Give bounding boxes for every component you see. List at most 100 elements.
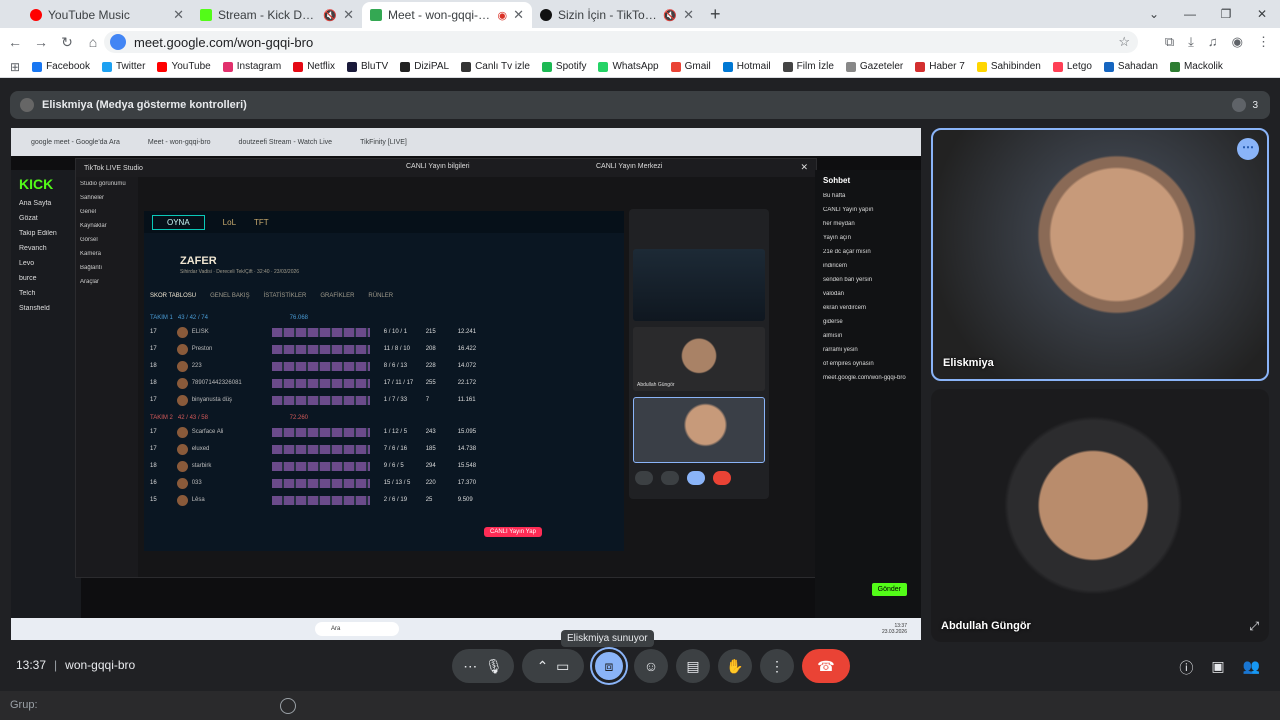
tab-kick-dashboard[interactable]: Stream - Kick Dashboard 🔇 ✕ — [192, 2, 362, 28]
mini-meet-controls — [635, 471, 731, 485]
bookmark-film-izle[interactable]: Film İzle — [782, 61, 834, 72]
bookmark-letgo[interactable]: Letgo — [1052, 61, 1092, 72]
media-icon[interactable]: ♫ — [1208, 34, 1218, 50]
new-tab-button[interactable]: + — [710, 2, 721, 28]
tab-youtube-music[interactable]: YouTube Music ✕ — [22, 2, 192, 28]
bookmarks-bar: ⊞ Facebook Twitter YouTube Instagram Net… — [0, 56, 1280, 78]
extensions-icon[interactable]: ⧉ — [1165, 34, 1174, 50]
item-icons — [271, 478, 370, 488]
bookmark-sahibinden[interactable]: Sahibinden — [976, 61, 1041, 72]
bookmark-spotify[interactable]: Spotify — [541, 61, 586, 72]
studio-titlebar: TikTok LIVE Studio CANLI Yayın bilgileri… — [76, 159, 816, 177]
bookmark-gazeteler[interactable]: Gazeteler — [845, 61, 903, 72]
chat-icon[interactable]: ▣ — [1211, 658, 1224, 678]
presentation-title: Eliskmiya (Medya gösterme kontrolleri) — [42, 99, 247, 111]
emoji-button[interactable]: ☺ — [634, 649, 668, 683]
youtube-music-icon — [30, 9, 42, 21]
emoji-icon: ☺ — [643, 658, 659, 674]
bookmark-star-icon[interactable]: ☆ — [1118, 34, 1130, 50]
bookmark-canli-tv[interactable]: Canlı Tv izle — [461, 61, 530, 72]
present-button[interactable]: ⧈ — [592, 649, 626, 683]
profile-icon[interactable]: ◉ — [1232, 34, 1243, 50]
home-icon[interactable]: ⌂ — [80, 34, 106, 50]
item-icons — [271, 444, 370, 454]
tab-title: Sizin İçin - TikTok CANLI Ya — [558, 8, 657, 22]
studio-left-panel: Studio görünümü Sahneler Genel Kaynaklar… — [76, 177, 138, 577]
close-tab-icon[interactable]: ✕ — [683, 7, 694, 23]
hangup-icon: ☎ — [817, 657, 835, 674]
mic-button[interactable]: ⋯ 🎙 — [452, 649, 514, 683]
side-controls: ⓘ ▣ 👥 — [1179, 658, 1260, 678]
leave-call-button[interactable]: ☎ — [802, 649, 850, 683]
meet-icon — [370, 9, 382, 21]
close-tab-icon[interactable]: ✕ — [173, 7, 184, 23]
restore-button[interactable]: ❐ — [1208, 0, 1244, 28]
instagram-icon — [222, 61, 233, 72]
group-chat-bar[interactable]: Grup: — [0, 691, 1280, 720]
champion-icon — [176, 477, 188, 489]
tab-tiktok[interactable]: Sizin İçin - TikTok CANLI Ya 🔇 ✕ — [532, 2, 702, 28]
bookmark-blutv[interactable]: BluTV — [347, 61, 388, 72]
item-icons — [271, 344, 370, 354]
people-icon[interactable]: 👥 — [1243, 658, 1260, 678]
participant-tile-eliskmiya[interactable]: ⋯ Eliskmiya — [931, 128, 1269, 381]
team2-header: TAKIM 2 42 / 43 / 58 72.260 — [150, 415, 308, 421]
apps-icon[interactable]: ⊞ — [10, 60, 20, 74]
forward-icon[interactable]: → — [28, 34, 54, 50]
pin-icon[interactable]: ⤢ — [1249, 619, 1259, 634]
tiktok-icon — [540, 9, 552, 21]
close-tab-icon[interactable]: ✕ — [343, 7, 354, 23]
kick-icon — [200, 9, 212, 21]
close-window-button[interactable]: ✕ — [1244, 0, 1280, 28]
downloads-icon[interactable]: ⤓ — [1188, 34, 1194, 50]
mute-icon[interactable]: 🔇 — [663, 9, 677, 22]
bookmark-twitter[interactable]: Twitter — [101, 61, 145, 72]
bookmark-whatsapp[interactable]: WhatsApp — [598, 61, 659, 72]
meeting-info: 13:37 | won-gqqi-bro — [16, 658, 136, 672]
mini-self-thumb — [633, 397, 765, 463]
bookmark-netflix[interactable]: Netflix — [293, 61, 335, 72]
bookmark-haber7[interactable]: Haber 7 — [915, 61, 965, 72]
tab-title: Stream - Kick Dashboard — [218, 8, 317, 22]
bookmark-dizipal[interactable]: DiziPAL — [400, 61, 449, 72]
item-icons — [271, 427, 370, 437]
tab-search-icon[interactable]: ⌄ — [1136, 0, 1172, 28]
address-bar[interactable]: meet.google.com/won-gqqi-bro ☆ — [104, 31, 1138, 53]
raise-hand-button[interactable]: ✋ — [718, 649, 752, 683]
team1-player-row: 17 binyanusta düş 1 / 7 / 33 7 11.161 — [150, 393, 610, 407]
scoreboard-tabs: SKOR TABLOSU GENEL BAKIŞ İSTATİSTİKLER G… — [150, 293, 394, 299]
participant-tile-abdullah[interactable]: Abdullah Güngör ⤢ — [931, 389, 1269, 642]
more-options-button[interactable]: ⋮ — [760, 649, 794, 683]
gmail-icon — [670, 61, 681, 72]
captions-button[interactable]: ▤ — [676, 649, 710, 683]
tab-meet[interactable]: Meet - won-gqqi-bro ◉ ✕ — [362, 2, 532, 28]
lol-scoreboard: OYNA LoL TFT ZAFER Sihirdar Vadisi · Der… — [144, 211, 624, 551]
info-icon[interactable]: ⓘ — [1179, 658, 1193, 678]
spotify-icon — [541, 61, 552, 72]
toolbar-actions: ⧉ ⤓ ♫ ◉ ⋮ — [1165, 34, 1270, 50]
camera-button[interactable]: ⌃ ▭ — [522, 649, 584, 683]
lol-top-bar: OYNA LoL TFT — [144, 211, 624, 233]
bookmark-youtube[interactable]: YouTube — [157, 61, 211, 72]
bookmark-facebook[interactable]: Facebook — [32, 61, 90, 72]
bookmark-hotmail[interactable]: Hotmail — [722, 61, 771, 72]
kick-sidebar: KICK Ana Sayfa Gözat Takip Edilen Revanc… — [11, 170, 81, 640]
presentation-bar[interactable]: Eliskmiya (Medya gösterme kontrolleri) 3 — [10, 91, 1270, 119]
minimize-button[interactable]: — — [1172, 0, 1208, 28]
bookmark-mackolik[interactable]: Mackolik — [1169, 61, 1223, 72]
bookmark-gmail[interactable]: Gmail — [670, 61, 711, 72]
more-options-icon[interactable]: ⋯ — [1237, 138, 1259, 160]
participant-count[interactable]: 3 — [1232, 98, 1258, 112]
bookmark-instagram[interactable]: Instagram — [222, 61, 281, 72]
champion-icon — [176, 494, 188, 506]
site-info-icon[interactable] — [110, 34, 126, 50]
ai-icon[interactable] — [280, 698, 296, 714]
mute-icon[interactable]: 🔇 — [323, 9, 337, 22]
close-tab-icon[interactable]: ✕ — [513, 7, 524, 23]
menu-icon[interactable]: ⋮ — [1257, 34, 1270, 50]
back-icon[interactable]: ← — [2, 34, 28, 50]
champion-icon — [176, 326, 188, 338]
bookmark-sahadan[interactable]: Sahadan — [1103, 61, 1158, 72]
letgo-icon — [1052, 61, 1063, 72]
reload-icon[interactable]: ↻ — [54, 34, 80, 51]
